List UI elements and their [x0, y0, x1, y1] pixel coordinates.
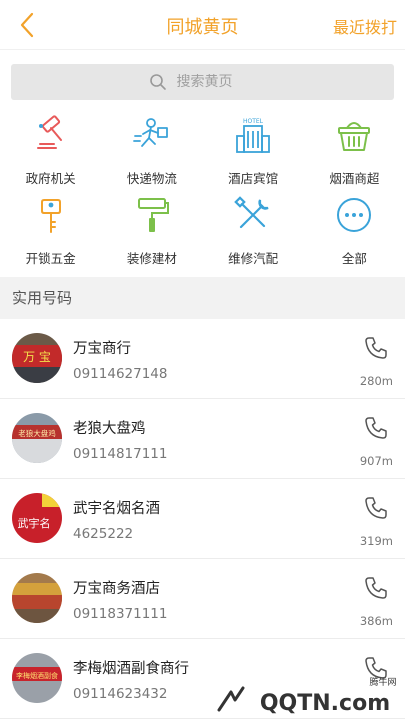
- back-button[interactable]: [14, 10, 44, 40]
- category-government[interactable]: 政府机关: [0, 114, 101, 194]
- phone-icon: [365, 337, 387, 359]
- search-bar[interactable]: [11, 64, 394, 100]
- avatar: 万 宝: [12, 333, 62, 383]
- category-decoration[interactable]: 装修建材: [101, 194, 202, 274]
- svg-text:武宇名: 武宇名: [18, 516, 51, 530]
- avatar: 李梅烟酒副食: [12, 653, 62, 703]
- call-button[interactable]: [363, 415, 389, 441]
- top-bar: 同城黄页 最近拨打: [0, 0, 405, 50]
- svg-text:老狼大盘鸡: 老狼大盘鸡: [18, 428, 56, 438]
- listing-phone: 4625222: [73, 526, 134, 542]
- search-icon: [149, 74, 166, 90]
- phone-icon: [365, 417, 387, 439]
- listing-name: 老狼大盘鸡: [73, 421, 146, 437]
- category-label: 装修建材: [126, 251, 177, 266]
- listing-name: 万宝商务酒店: [73, 581, 160, 597]
- call-button[interactable]: [363, 575, 389, 601]
- category-all[interactable]: 全部: [304, 194, 405, 274]
- call-button[interactable]: [363, 335, 389, 361]
- list-item[interactable]: 老狼大盘鸡 老狼大盘鸡 09114817111 907m: [0, 399, 405, 479]
- gavel-icon: [36, 115, 62, 149]
- paint-roller-icon: [137, 198, 169, 232]
- svg-text:HOTEL: HOTEL: [243, 118, 264, 125]
- listing-list: 万 宝 万宝商行 09114627148 280m 老狼大盘鸡 老狼大盘鸡 09…: [0, 319, 405, 719]
- category-label: 政府机关: [25, 171, 76, 186]
- listing-phone: 09114817111: [73, 446, 168, 462]
- courier-icon: [132, 118, 168, 147]
- shopping-basket-icon: [338, 122, 371, 151]
- listing-name: 李梅烟酒副食商行: [73, 661, 189, 677]
- category-express[interactable]: 快递物流: [101, 114, 202, 194]
- list-item[interactable]: 万 宝 万宝商行 09114627148 280m: [0, 319, 405, 399]
- call-button[interactable]: [363, 495, 389, 521]
- svg-text:李梅烟酒副食: 李梅烟酒副食: [16, 671, 58, 680]
- category-grid: 政府机关 快递物流 HOTEL 酒店宾馆 烟酒商超 开锁五金 装修建材 维修汽配…: [0, 114, 405, 274]
- listing-distance: 907m: [359, 454, 393, 468]
- listing-name: 万宝商行: [73, 341, 131, 357]
- chevron-left-icon: [20, 12, 34, 38]
- listing-name: 武宇名烟名酒: [73, 501, 160, 517]
- tools-icon: [234, 196, 269, 229]
- phone-icon: [365, 497, 387, 519]
- category-hotel[interactable]: HOTEL 酒店宾馆: [203, 114, 304, 194]
- listing-distance: 386m: [359, 614, 393, 628]
- watermark-logo: QQTN.com 腾牛网: [217, 676, 405, 716]
- category-label: 全部: [341, 251, 367, 266]
- phone-icon: [365, 577, 387, 599]
- category-label: 酒店宾馆: [228, 171, 279, 186]
- section-title: 实用号码: [0, 277, 405, 319]
- key-icon: [40, 199, 61, 233]
- listing-phone: 09118371111: [73, 606, 168, 622]
- listing-phone: 09114623432: [73, 686, 168, 702]
- avatar: 武宇名: [12, 493, 62, 543]
- hotel-icon: HOTEL: [236, 118, 271, 153]
- listing-phone: 09114627148: [73, 366, 168, 382]
- more-icon: [337, 198, 372, 232]
- category-locksmith[interactable]: 开锁五金: [0, 194, 101, 274]
- svg-text:QQTN.com: QQTN.com: [260, 691, 390, 716]
- listing-distance: 280m: [359, 374, 393, 388]
- svg-text:腾牛网: 腾牛网: [369, 676, 396, 688]
- category-label: 快递物流: [126, 171, 177, 186]
- recent-calls-button[interactable]: 最近拨打: [333, 14, 397, 38]
- category-label: 开锁五金: [25, 251, 76, 266]
- list-item[interactable]: 武宇名 武宇名烟名酒 4625222 319m: [0, 479, 405, 559]
- search-input[interactable]: [176, 74, 257, 90]
- list-item[interactable]: 万宝商务酒店 09118371111 386m: [0, 559, 405, 639]
- avatar: [12, 573, 62, 623]
- category-label: 烟酒商超: [329, 171, 380, 186]
- category-auto-repair[interactable]: 维修汽配: [203, 194, 304, 274]
- svg-text:万 宝: 万 宝: [23, 350, 51, 364]
- listing-distance: 319m: [359, 534, 393, 548]
- avatar: 老狼大盘鸡: [12, 413, 62, 463]
- category-label: 维修汽配: [228, 251, 279, 266]
- category-tobacco-liquor[interactable]: 烟酒商超: [304, 114, 405, 194]
